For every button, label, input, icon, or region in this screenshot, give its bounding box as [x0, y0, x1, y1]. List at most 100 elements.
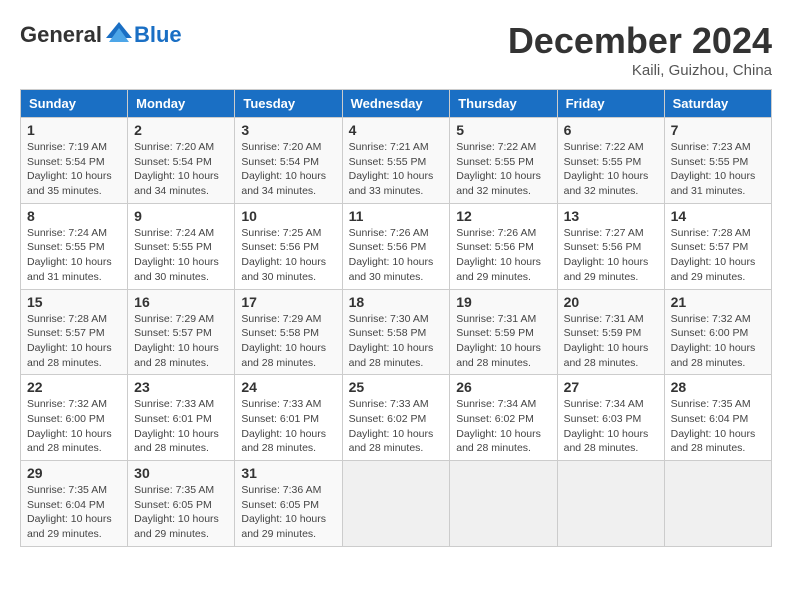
calendar-cell: 24 Sunrise: 7:33 AM Sunset: 6:01 PM Dayli… — [235, 375, 342, 461]
day-number: 5 — [456, 122, 550, 138]
day-number: 21 — [671, 294, 765, 310]
day-info: Sunrise: 7:24 AM Sunset: 5:55 PM Dayligh… — [27, 226, 121, 285]
calendar-table: SundayMondayTuesdayWednesdayThursdayFrid… — [20, 89, 772, 547]
calendar-cell: 2Sunrise: 7:20 AM Sunset: 5:54 PM Daylig… — [128, 118, 235, 204]
day-number: 19 — [456, 294, 550, 310]
calendar-cell — [450, 461, 557, 547]
calendar-week-row: 8 Sunrise: 7:24 AM Sunset: 5:55 PM Daylig… — [21, 203, 772, 289]
calendar-cell: 7 Sunrise: 7:23 AM Sunset: 5:55 PM Daylig… — [664, 118, 771, 204]
calendar-cell: 19 Sunrise: 7:31 AM Sunset: 5:59 PM Dayli… — [450, 289, 557, 375]
day-number: 28 — [671, 379, 765, 395]
calendar-cell: 28 Sunrise: 7:35 AM Sunset: 6:04 PM Dayli… — [664, 375, 771, 461]
day-info: Sunrise: 7:32 AM Sunset: 6:00 PM Dayligh… — [27, 397, 121, 456]
day-info: Sunrise: 7:29 AM Sunset: 5:58 PM Dayligh… — [241, 312, 335, 371]
day-number: 27 — [564, 379, 658, 395]
day-of-week-header: Thursday — [450, 90, 557, 118]
calendar-cell: 18 Sunrise: 7:30 AM Sunset: 5:58 PM Dayli… — [342, 289, 450, 375]
title-area: December 2024 Kaili, Guizhou, China — [508, 20, 772, 79]
calendar-cell: 21 Sunrise: 7:32 AM Sunset: 6:00 PM Dayli… — [664, 289, 771, 375]
day-of-week-header: Friday — [557, 90, 664, 118]
day-info: Sunrise: 7:35 AM Sunset: 6:04 PM Dayligh… — [27, 483, 121, 542]
calendar-cell — [557, 461, 664, 547]
calendar-week-row: 29 Sunrise: 7:35 AM Sunset: 6:04 PM Dayli… — [21, 461, 772, 547]
day-of-week-header: Sunday — [21, 90, 128, 118]
calendar-cell: 12Sunrise: 7:26 AM Sunset: 5:56 PM Dayli… — [450, 203, 557, 289]
day-info: Sunrise: 7:32 AM Sunset: 6:00 PM Dayligh… — [671, 312, 765, 371]
logo-general: General — [20, 22, 102, 48]
calendar-cell: 16Sunrise: 7:29 AM Sunset: 5:57 PM Dayli… — [128, 289, 235, 375]
day-number: 25 — [349, 379, 444, 395]
day-number: 8 — [27, 208, 121, 224]
location: Kaili, Guizhou, China — [508, 62, 772, 79]
day-info: Sunrise: 7:28 AM Sunset: 5:57 PM Dayligh… — [27, 312, 121, 371]
day-info: Sunrise: 7:26 AM Sunset: 5:56 PM Dayligh… — [349, 226, 444, 285]
logo-icon — [104, 20, 134, 50]
day-info: Sunrise: 7:19 AM Sunset: 5:54 PM Dayligh… — [27, 140, 121, 199]
day-number: 11 — [349, 208, 444, 224]
calendar-cell: 20 Sunrise: 7:31 AM Sunset: 5:59 PM Dayli… — [557, 289, 664, 375]
day-number: 6 — [564, 122, 658, 138]
logo-blue: Blue — [134, 22, 182, 48]
calendar-week-row: 1 Sunrise: 7:19 AM Sunset: 5:54 PM Daylig… — [21, 118, 772, 204]
day-info: Sunrise: 7:22 AM Sunset: 5:55 PM Dayligh… — [456, 140, 550, 199]
day-number: 1 — [27, 122, 121, 138]
day-info: Sunrise: 7:28 AM Sunset: 5:57 PM Dayligh… — [671, 226, 765, 285]
day-info: Sunrise: 7:33 AM Sunset: 6:01 PM Dayligh… — [134, 397, 228, 456]
calendar-cell: 11 Sunrise: 7:26 AM Sunset: 5:56 PM Dayli… — [342, 203, 450, 289]
day-number: 31 — [241, 465, 335, 481]
calendar-cell: 13 Sunrise: 7:27 AM Sunset: 5:56 PM Dayli… — [557, 203, 664, 289]
day-of-week-header: Monday — [128, 90, 235, 118]
day-info: Sunrise: 7:23 AM Sunset: 5:55 PM Dayligh… — [671, 140, 765, 199]
header: General Blue December 2024 Kaili, Guizho… — [20, 20, 772, 79]
day-info: Sunrise: 7:24 AM Sunset: 5:55 PM Dayligh… — [134, 226, 228, 285]
calendar-cell: 6 Sunrise: 7:22 AM Sunset: 5:55 PM Daylig… — [557, 118, 664, 204]
day-info: Sunrise: 7:36 AM Sunset: 6:05 PM Dayligh… — [241, 483, 335, 542]
month-title: December 2024 — [508, 20, 772, 62]
day-number: 17 — [241, 294, 335, 310]
calendar-cell: 25 Sunrise: 7:33 AM Sunset: 6:02 PM Dayli… — [342, 375, 450, 461]
day-info: Sunrise: 7:34 AM Sunset: 6:03 PM Dayligh… — [564, 397, 658, 456]
calendar-cell: 3Sunrise: 7:20 AM Sunset: 5:54 PM Daylig… — [235, 118, 342, 204]
calendar-cell: 22 Sunrise: 7:32 AM Sunset: 6:00 PM Dayli… — [21, 375, 128, 461]
day-info: Sunrise: 7:27 AM Sunset: 5:56 PM Dayligh… — [564, 226, 658, 285]
calendar-cell: 5 Sunrise: 7:22 AM Sunset: 5:55 PM Daylig… — [450, 118, 557, 204]
day-info: Sunrise: 7:33 AM Sunset: 6:01 PM Dayligh… — [241, 397, 335, 456]
day-info: Sunrise: 7:25 AM Sunset: 5:56 PM Dayligh… — [241, 226, 335, 285]
day-number: 26 — [456, 379, 550, 395]
calendar-cell: 4 Sunrise: 7:21 AM Sunset: 5:55 PM Daylig… — [342, 118, 450, 204]
day-info: Sunrise: 7:22 AM Sunset: 5:55 PM Dayligh… — [564, 140, 658, 199]
day-number: 15 — [27, 294, 121, 310]
day-info: Sunrise: 7:33 AM Sunset: 6:02 PM Dayligh… — [349, 397, 444, 456]
calendar-cell: 9Sunrise: 7:24 AM Sunset: 5:55 PM Daylig… — [128, 203, 235, 289]
calendar-cell: 30Sunrise: 7:35 AM Sunset: 6:05 PM Dayli… — [128, 461, 235, 547]
day-number: 20 — [564, 294, 658, 310]
calendar-week-row: 22 Sunrise: 7:32 AM Sunset: 6:00 PM Dayli… — [21, 375, 772, 461]
calendar-cell: 23Sunrise: 7:33 AM Sunset: 6:01 PM Dayli… — [128, 375, 235, 461]
day-number: 22 — [27, 379, 121, 395]
day-number: 16 — [134, 294, 228, 310]
day-number: 2 — [134, 122, 228, 138]
day-info: Sunrise: 7:34 AM Sunset: 6:02 PM Dayligh… — [456, 397, 550, 456]
day-info: Sunrise: 7:31 AM Sunset: 5:59 PM Dayligh… — [456, 312, 550, 371]
day-number: 18 — [349, 294, 444, 310]
calendar-cell: 10Sunrise: 7:25 AM Sunset: 5:56 PM Dayli… — [235, 203, 342, 289]
calendar-cell: 17 Sunrise: 7:29 AM Sunset: 5:58 PM Dayli… — [235, 289, 342, 375]
calendar-week-row: 15 Sunrise: 7:28 AM Sunset: 5:57 PM Dayli… — [21, 289, 772, 375]
day-number: 12 — [456, 208, 550, 224]
day-info: Sunrise: 7:31 AM Sunset: 5:59 PM Dayligh… — [564, 312, 658, 371]
day-number: 13 — [564, 208, 658, 224]
day-info: Sunrise: 7:35 AM Sunset: 6:04 PM Dayligh… — [671, 397, 765, 456]
day-info: Sunrise: 7:30 AM Sunset: 5:58 PM Dayligh… — [349, 312, 444, 371]
calendar-cell: 27 Sunrise: 7:34 AM Sunset: 6:03 PM Dayli… — [557, 375, 664, 461]
day-of-week-header: Tuesday — [235, 90, 342, 118]
calendar-cell: 14Sunrise: 7:28 AM Sunset: 5:57 PM Dayli… — [664, 203, 771, 289]
day-info: Sunrise: 7:35 AM Sunset: 6:05 PM Dayligh… — [134, 483, 228, 542]
day-number: 7 — [671, 122, 765, 138]
day-number: 29 — [27, 465, 121, 481]
day-of-week-header: Saturday — [664, 90, 771, 118]
day-info: Sunrise: 7:21 AM Sunset: 5:55 PM Dayligh… — [349, 140, 444, 199]
day-number: 3 — [241, 122, 335, 138]
day-number: 4 — [349, 122, 444, 138]
day-number: 24 — [241, 379, 335, 395]
calendar-cell — [342, 461, 450, 547]
